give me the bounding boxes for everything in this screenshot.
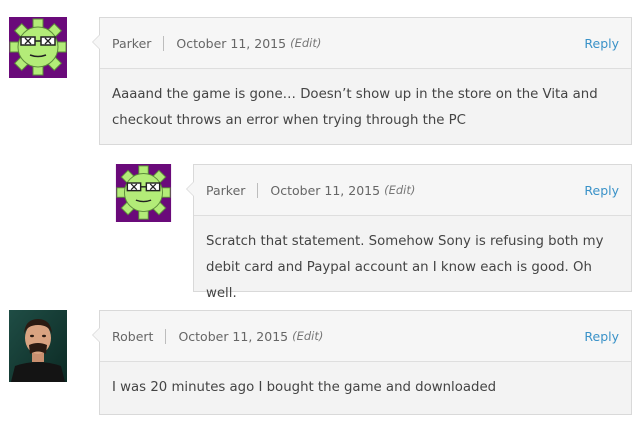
avatar[interactable] — [9, 310, 67, 382]
meta-divider — [257, 182, 259, 198]
edit-link[interactable]: (Edit) — [292, 329, 323, 343]
gear-face-avatar-icon — [9, 17, 67, 78]
comment-author[interactable]: Parker — [206, 183, 245, 198]
comment-meta: Parker October 11, 2015 (Edit) Reply — [194, 165, 631, 216]
edit-link[interactable]: (Edit) — [290, 36, 321, 50]
user-photo-avatar-icon — [9, 310, 67, 382]
comment-date[interactable]: October 11, 2015 — [270, 183, 380, 198]
meta-divider — [163, 35, 165, 51]
edit-link[interactable]: (Edit) — [384, 183, 415, 197]
reply-link[interactable]: Reply — [584, 329, 619, 344]
comment-author[interactable]: Parker — [112, 36, 151, 51]
reply-link[interactable]: Reply — [584, 183, 619, 198]
meta-divider — [165, 328, 167, 344]
comment-author[interactable]: Robert — [112, 329, 153, 344]
avatar[interactable] — [9, 17, 67, 78]
comment-meta: Robert October 11, 2015 (Edit) Reply — [100, 311, 631, 362]
comment-text: Scratch that statement. Somehow Sony is … — [206, 234, 604, 301]
comment-box: Robert October 11, 2015 (Edit) Reply I w… — [92, 310, 632, 415]
comment-date[interactable]: October 11, 2015 — [178, 329, 288, 344]
comment-box: Parker October 11, 2015 (Edit) Reply Aaa… — [92, 17, 632, 145]
comment-box: Parker October 11, 2015 (Edit) Reply Scr… — [186, 164, 632, 301]
gear-face-avatar-icon — [115, 164, 172, 222]
comment-date[interactable]: October 11, 2015 — [176, 36, 286, 51]
avatar[interactable] — [114, 164, 173, 222]
comment-meta: Parker October 11, 2015 (Edit) Reply — [100, 18, 631, 69]
reply-link[interactable]: Reply — [584, 36, 619, 51]
comment-text: I was 20 minutes ago I bought the game a… — [112, 380, 497, 395]
comment-text: Aaaand the game is gone… Doesn’t show up… — [112, 87, 598, 128]
